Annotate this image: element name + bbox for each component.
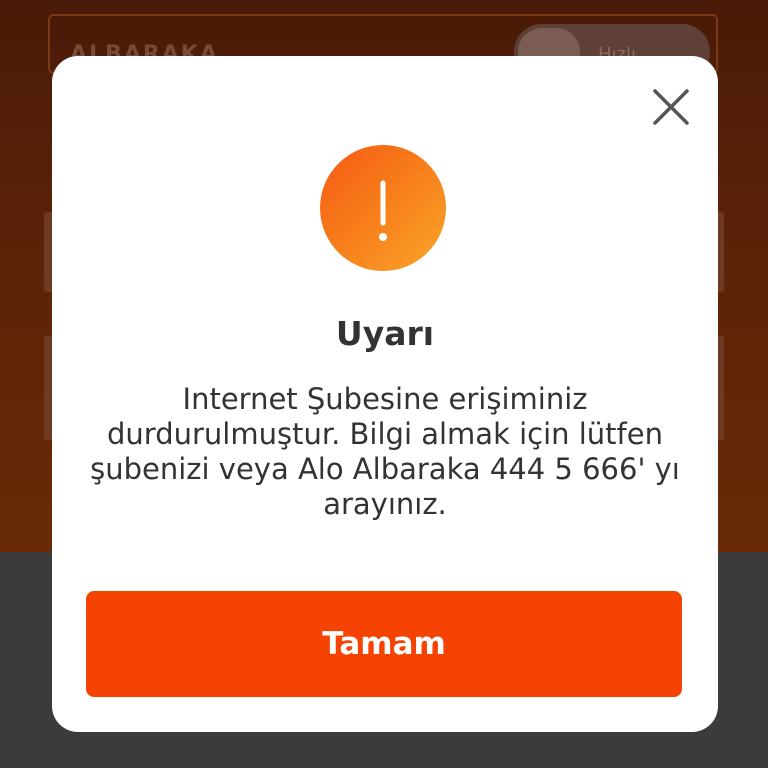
close-button[interactable]	[646, 82, 696, 132]
ok-button[interactable]: Tamam	[86, 591, 682, 697]
alert-icon	[320, 145, 446, 271]
dialog-message: Internet Şubesine erişiminiz durdurulmuş…	[90, 382, 680, 521]
dialog-title: Uyarı	[335, 314, 435, 353]
screen: ΑLBΑRΑΚΑ Hızlı › Uyarı Internet Şubesine…	[0, 0, 768, 768]
exclamation-icon	[379, 180, 387, 241]
close-icon	[653, 89, 689, 125]
alert-dialog: Uyarı Internet Şubesine erişiminiz durdu…	[52, 56, 718, 732]
